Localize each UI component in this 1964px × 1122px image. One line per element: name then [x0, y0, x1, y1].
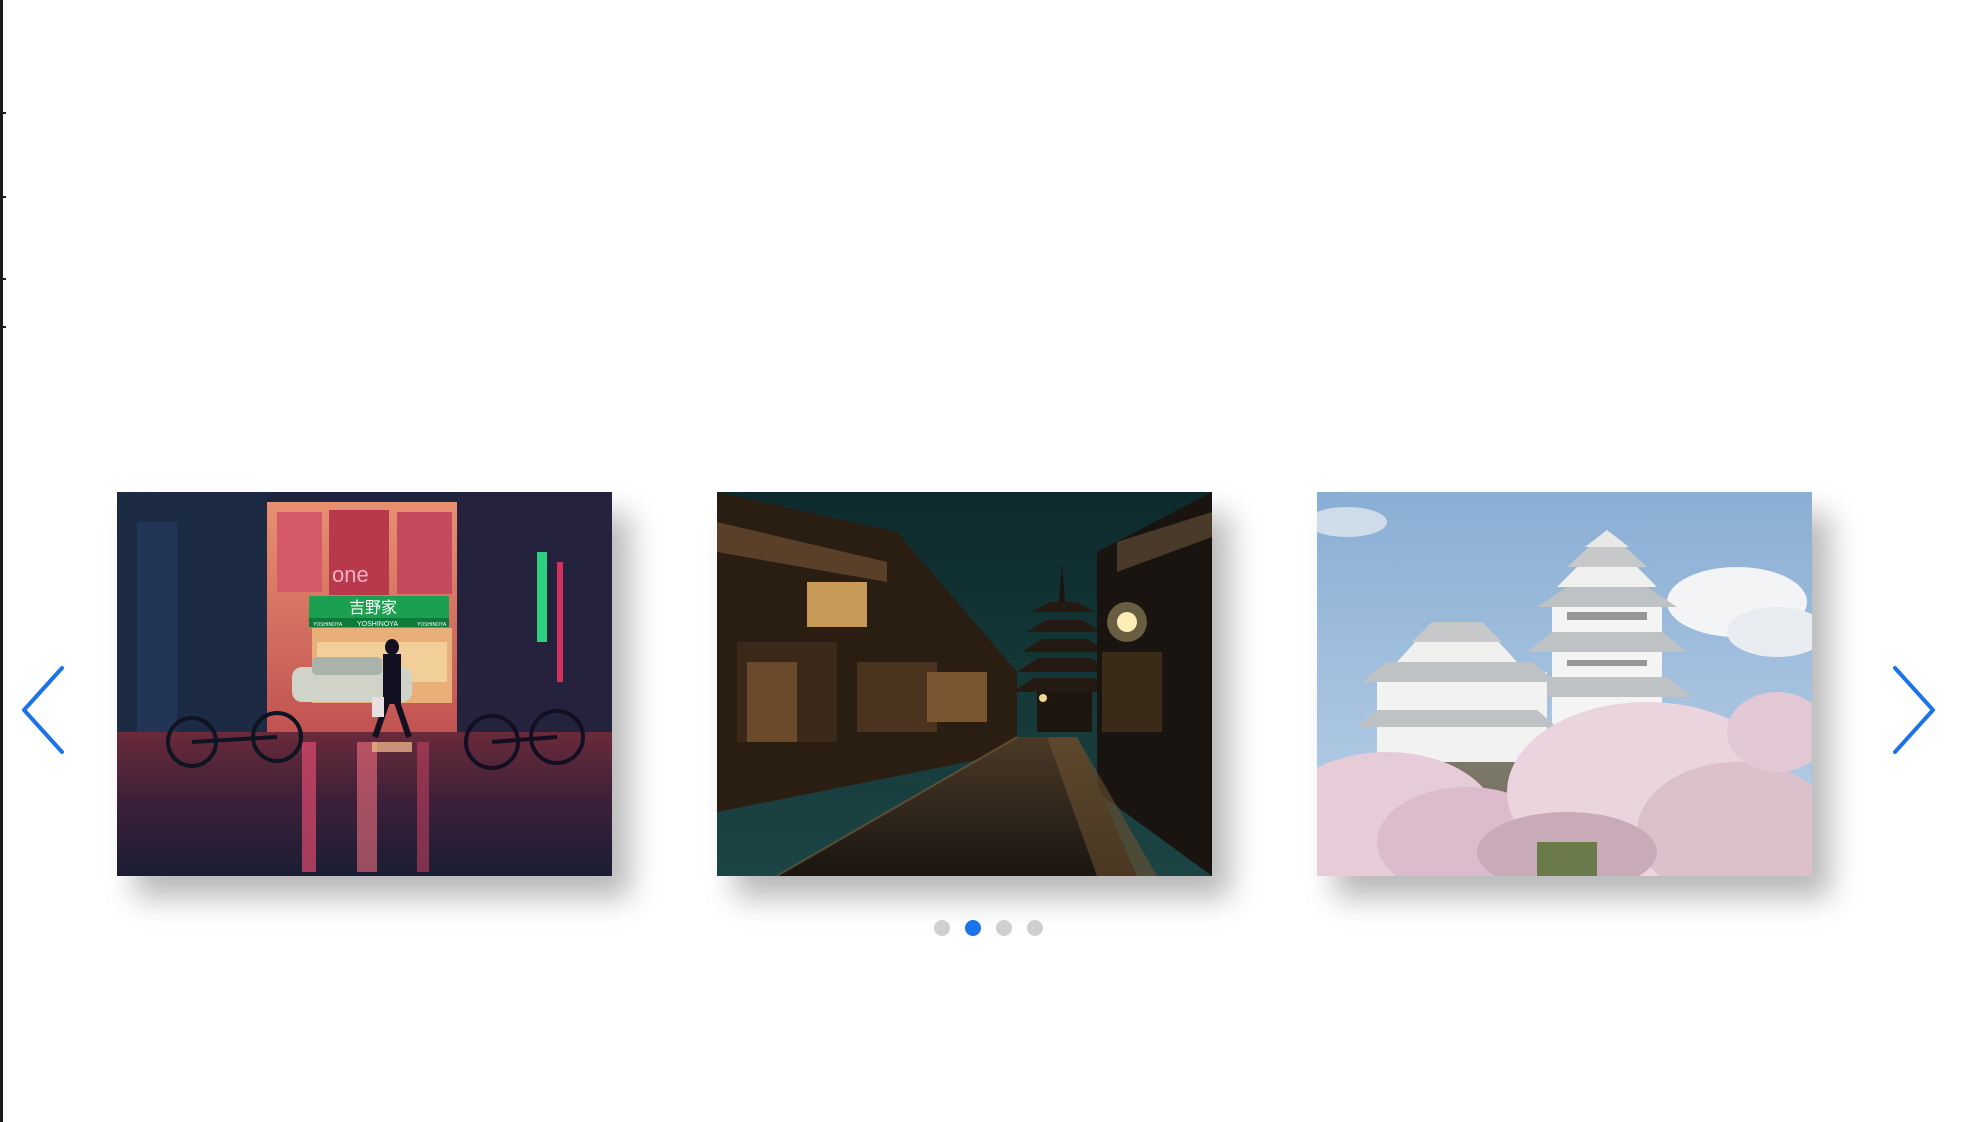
image-carousel: one 吉野家 YOSHINOYA YOSHINOYA YOSHINOYA	[0, 0, 1964, 1122]
sign-kanji: 吉野家	[349, 598, 397, 617]
pagination-dot[interactable]	[934, 920, 950, 936]
pagination-dot[interactable]	[1027, 920, 1043, 936]
carousel-prev-button[interactable]	[16, 660, 76, 760]
photo-castle-cherry-blossoms	[1317, 492, 1812, 876]
carousel-slide[interactable]	[717, 492, 1212, 876]
chevron-left-icon	[22, 666, 64, 754]
carousel-slide[interactable]: one 吉野家 YOSHINOYA YOSHINOYA YOSHINOYA	[117, 492, 612, 876]
carousel-pagination	[934, 920, 1043, 936]
sign-small-right: YOSHINOYA	[417, 622, 447, 628]
pagination-dot[interactable]	[996, 920, 1012, 936]
sign-small-left: YOSHINOYA	[313, 622, 343, 628]
photo-pagoda-night-alley	[717, 492, 1212, 876]
photo-neon-rainy-street: one 吉野家 YOSHINOYA YOSHINOYA YOSHINOYA	[117, 492, 612, 876]
pagination-dot-active[interactable]	[965, 920, 981, 936]
carousel-slide[interactable]	[1317, 492, 1812, 876]
chevron-right-icon	[1893, 666, 1935, 754]
poster-text: one	[332, 562, 369, 587]
page: one 吉野家 YOSHINOYA YOSHINOYA YOSHINOYA	[0, 0, 1964, 1122]
carousel-next-button[interactable]	[1881, 660, 1941, 760]
sign-latin: YOSHINOYA	[357, 621, 398, 628]
